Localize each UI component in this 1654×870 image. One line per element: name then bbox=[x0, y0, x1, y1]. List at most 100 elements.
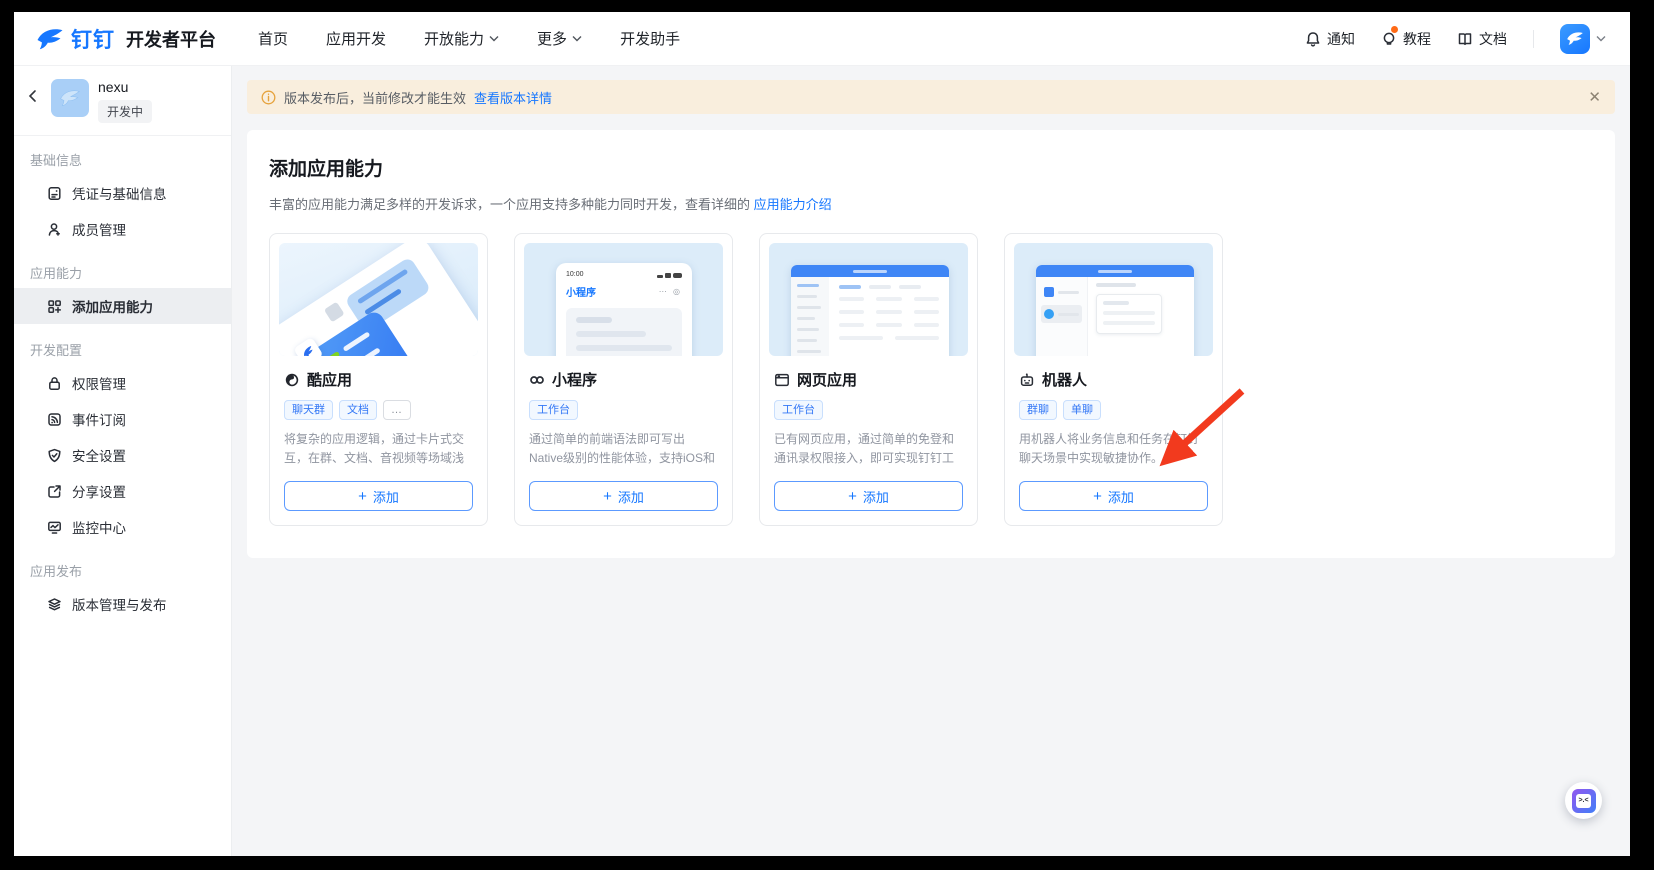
robot-icon bbox=[1019, 372, 1035, 388]
nav-dev-assistant[interactable]: 开发助手 bbox=[620, 28, 680, 49]
brand-platform: 开发者平台 bbox=[126, 26, 216, 52]
miniapp-icon bbox=[529, 372, 545, 388]
page-title: 添加应用能力 bbox=[269, 154, 1593, 181]
add-robot-button[interactable]: + 添加 bbox=[1019, 481, 1208, 511]
tag: 文档 bbox=[339, 400, 377, 420]
sidebar-item-monitor-center[interactable]: 监控中心 bbox=[14, 509, 231, 545]
chevron-down-icon bbox=[572, 35, 582, 42]
tag: 工作台 bbox=[529, 400, 578, 420]
sidebar-item-label: 添加应用能力 bbox=[72, 296, 153, 316]
brand[interactable]: 钉钉 开发者平台 bbox=[36, 24, 216, 54]
card-name: 酷应用 bbox=[307, 369, 352, 390]
close-icon[interactable]: ✕ bbox=[1588, 90, 1601, 105]
card-name: 小程序 bbox=[552, 369, 597, 390]
tag: 单聊 bbox=[1063, 400, 1101, 420]
card-robot: 机器人 群聊 单聊 用机器人将业务信息和任务在钉钉聊天场景中实现敏捷协作。 + … bbox=[1004, 233, 1223, 526]
robot-preview bbox=[1014, 243, 1213, 356]
card-miniapp: 10:00 小程序 ⋯ ◎ bbox=[514, 233, 733, 526]
sidebar-section-dev-config: 开发配置 权限管理 事件订阅 安全设置 分享设置 bbox=[14, 326, 231, 547]
top-navbar: 钉钉 开发者平台 首页 应用开发 开放能力 更多 开发助手 通知 教程 bbox=[14, 12, 1630, 66]
sidebar-item-label: 版本管理与发布 bbox=[72, 594, 167, 614]
app-header: nexu 开发中 bbox=[14, 66, 231, 136]
shield-check-icon bbox=[47, 448, 62, 463]
sidebar-section-basic: 基础信息 凭证与基础信息 成员管理 bbox=[14, 136, 231, 249]
card-description: 已有网页应用，通过简单的免登和通讯录权限接入，即可实现钉钉工作台快捷使用。 bbox=[774, 430, 963, 468]
cool-app-preview bbox=[279, 243, 478, 356]
notifications-button[interactable]: 通知 bbox=[1305, 29, 1355, 49]
subtitle-text: 丰富的应用能力满足多样的开发诉求，一个应用支持多种能力同时开发，查看详细的 bbox=[269, 197, 750, 212]
plus-icon: + bbox=[1093, 489, 1102, 504]
plus-icon: + bbox=[848, 489, 857, 504]
rss-icon bbox=[47, 412, 62, 427]
tutorial-button[interactable]: 教程 bbox=[1381, 29, 1431, 49]
share-icon bbox=[47, 484, 62, 499]
chevron-down-icon bbox=[1596, 35, 1606, 42]
main-nav: 首页 应用开发 开放能力 更多 开发助手 bbox=[258, 28, 680, 49]
app-window: 钉钉 开发者平台 首页 应用开发 开放能力 更多 开发助手 通知 教程 bbox=[14, 12, 1630, 856]
add-miniapp-button[interactable]: + 添加 bbox=[529, 481, 718, 511]
preview-window bbox=[791, 265, 949, 356]
app-avatar bbox=[51, 79, 89, 117]
nav-open-capability[interactable]: 开放能力 bbox=[424, 28, 499, 49]
banner-text: 版本发布后，当前修改才能生效 bbox=[284, 88, 466, 107]
sidebar-item-label: 分享设置 bbox=[72, 481, 126, 501]
nav-home[interactable]: 首页 bbox=[258, 28, 288, 49]
card-name: 机器人 bbox=[1042, 369, 1087, 390]
sidebar-item-security[interactable]: 安全设置 bbox=[14, 437, 231, 473]
lock-icon bbox=[47, 376, 62, 391]
sidebar-section-release: 应用发布 版本管理与发布 bbox=[14, 547, 231, 624]
chevron-left-icon bbox=[26, 89, 40, 103]
app-status-badge: 开发中 bbox=[98, 100, 152, 123]
miniapp-preview: 10:00 小程序 ⋯ ◎ bbox=[524, 243, 723, 356]
sidebar-item-version-release[interactable]: 版本管理与发布 bbox=[14, 586, 231, 622]
unread-dot bbox=[1391, 26, 1398, 33]
card-description: 用机器人将业务信息和任务在钉钉聊天场景中实现敏捷协作。 bbox=[1019, 430, 1208, 468]
sidebar-item-credentials[interactable]: 凭证与基础信息 bbox=[14, 175, 231, 211]
nav-more[interactable]: 更多 bbox=[537, 28, 582, 49]
user-icon bbox=[47, 222, 62, 237]
add-webapp-button[interactable]: + 添加 bbox=[774, 481, 963, 511]
sidebar: nexu 开发中 基础信息 凭证与基础信息 成员管理 应用能力 bbox=[14, 66, 232, 856]
preview-time: 10:00 bbox=[566, 271, 584, 278]
layers-icon bbox=[47, 597, 62, 612]
webapp-preview bbox=[769, 243, 968, 356]
chevron-down-icon bbox=[489, 35, 499, 42]
section-title: 开发配置 bbox=[14, 340, 231, 359]
ai-assistant-button[interactable]: >.< bbox=[1565, 782, 1602, 819]
main-content: 版本发布后，当前修改才能生效 查看版本详情 ✕ 添加应用能力 丰富的应用能力满足… bbox=[232, 66, 1630, 856]
brand-name: 钉钉 bbox=[71, 24, 115, 54]
card-cool-app: 酷应用 聊天群 文档 … 将复杂的应用逻辑，通过卡片式交互，在群、文档、音视频等… bbox=[269, 233, 488, 526]
sidebar-item-label: 权限管理 bbox=[72, 373, 126, 393]
monitor-icon bbox=[47, 520, 62, 535]
view-version-link[interactable]: 查看版本详情 bbox=[474, 88, 552, 107]
sidebar-item-event-subscription[interactable]: 事件订阅 bbox=[14, 401, 231, 437]
page-subtitle: 丰富的应用能力满足多样的开发诉求，一个应用支持多种能力同时开发，查看详细的 应用… bbox=[269, 194, 1593, 213]
preview-title: 小程序 bbox=[566, 284, 596, 299]
ai-assistant-icon: >.< bbox=[1572, 789, 1596, 813]
sidebar-section-capability: 应用能力 添加应用能力 bbox=[14, 249, 231, 326]
avatar bbox=[1560, 24, 1590, 54]
sidebar-item-share-settings[interactable]: 分享设置 bbox=[14, 473, 231, 509]
sidebar-item-label: 安全设置 bbox=[72, 445, 126, 465]
webapp-icon bbox=[774, 372, 790, 388]
add-cool-app-button[interactable]: + 添加 bbox=[284, 481, 473, 511]
nav-app-dev[interactable]: 应用开发 bbox=[326, 28, 386, 49]
cool-app-icon bbox=[284, 372, 300, 388]
capability-panel: 添加应用能力 丰富的应用能力满足多样的开发诉求，一个应用支持多种能力同时开发，查… bbox=[247, 130, 1615, 558]
sidebar-item-add-capability[interactable]: 添加应用能力 bbox=[14, 288, 231, 324]
card-tags: 群聊 单聊 bbox=[1019, 400, 1208, 420]
card-description: 通过简单的前端语法即可写出Native级别的性能体验，支持iOS和Android… bbox=[529, 430, 718, 468]
preview-controls: ⋯ ◎ bbox=[659, 287, 682, 296]
sidebar-item-permissions[interactable]: 权限管理 bbox=[14, 365, 231, 401]
capability-intro-link[interactable]: 应用能力介绍 bbox=[754, 197, 832, 212]
account-menu[interactable] bbox=[1560, 24, 1606, 54]
sidebar-item-label: 监控中心 bbox=[72, 517, 126, 537]
docs-button[interactable]: 文档 bbox=[1457, 29, 1507, 49]
back-button[interactable] bbox=[26, 89, 42, 108]
section-title: 应用发布 bbox=[14, 561, 231, 580]
plus-icon: + bbox=[358, 489, 367, 504]
section-title: 基础信息 bbox=[14, 150, 231, 169]
plus-icon: + bbox=[603, 489, 612, 504]
tag: 聊天群 bbox=[284, 400, 333, 420]
sidebar-item-members[interactable]: 成员管理 bbox=[14, 211, 231, 247]
